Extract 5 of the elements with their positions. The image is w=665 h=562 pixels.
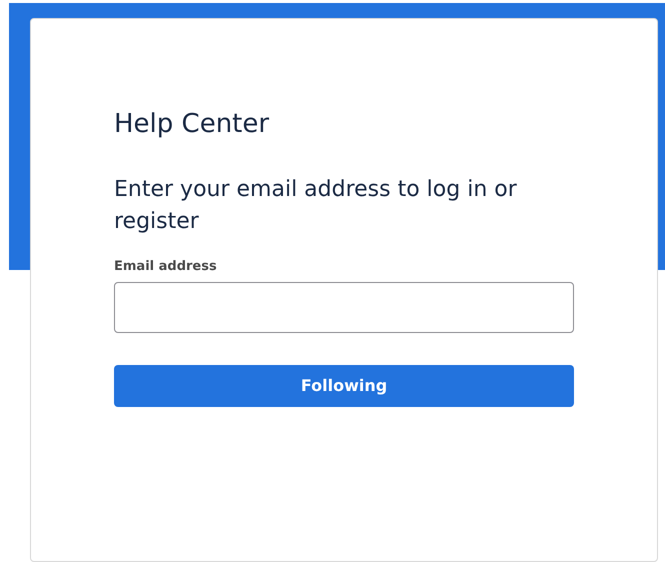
- subtitle: Enter your email address to log in or register: [114, 176, 518, 236]
- field-label: Email address: [114, 258, 217, 276]
- title: Help Center: [114, 108, 270, 141]
- email-field[interactable]: [114, 282, 574, 333]
- submit-button[interactable]: Following: [114, 365, 574, 407]
